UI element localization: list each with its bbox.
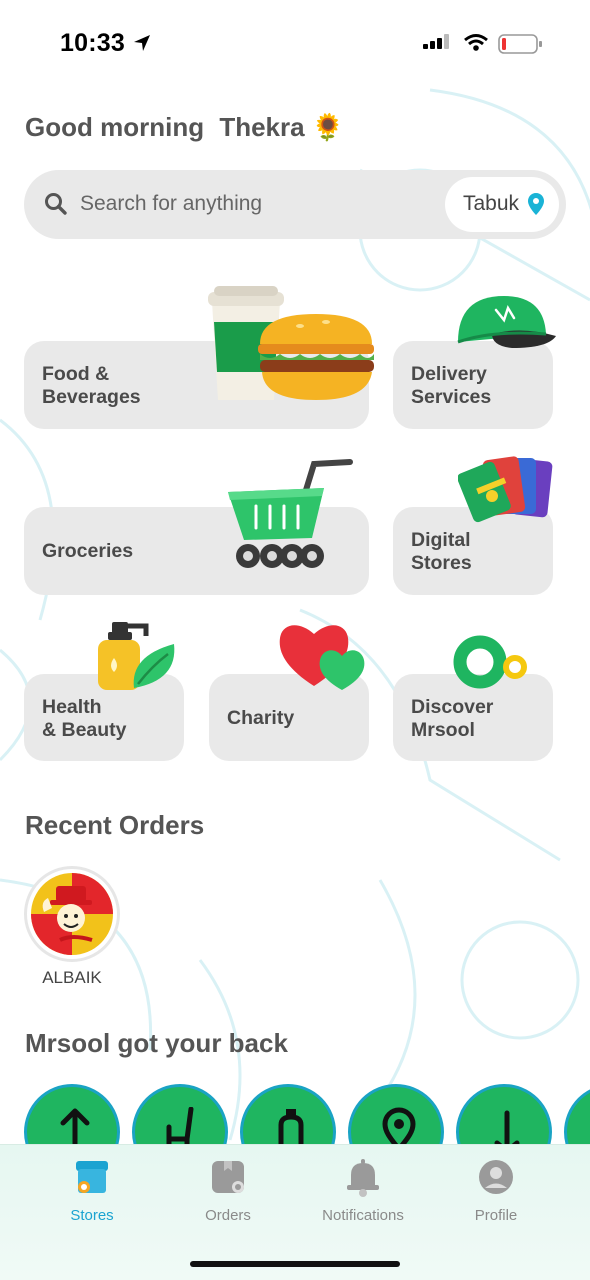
recent-order-albaik[interactable]: ALBAIK — [24, 866, 120, 988]
soap-bottle-icon — [98, 622, 175, 690]
category-label: Discover Mrsool — [411, 696, 494, 741]
greeting: Good morning Thekra 🌻 — [25, 112, 344, 143]
store-icon — [76, 1161, 108, 1193]
status-bar: 10:33 — [0, 0, 590, 88]
status-time: 10:33 — [60, 29, 125, 57]
help-item[interactable] — [456, 1084, 552, 1144]
category-label: Digital Stores — [411, 529, 472, 574]
burger-coffee-icon — [208, 286, 374, 400]
tab-label: Notifications — [322, 1207, 404, 1224]
help-item[interactable] — [132, 1084, 228, 1144]
recent-orders-title: Recent Orders — [25, 810, 205, 840]
arrow-down-icon — [494, 1110, 520, 1144]
help-item[interactable] — [348, 1084, 444, 1144]
category-label: Health & Beauty — [42, 696, 127, 741]
location-arrow-icon — [134, 35, 150, 51]
restaurant-name: ALBAIK — [42, 968, 102, 987]
orders-icon — [212, 1161, 244, 1193]
home-indicator — [190, 1261, 400, 1267]
wifi-icon — [464, 34, 488, 51]
category-label: Groceries — [42, 540, 134, 562]
category-label: Food & Beverages — [42, 363, 141, 408]
arrow-up-icon — [60, 1108, 90, 1144]
profile-icon — [479, 1160, 513, 1194]
albaik-logo-image — [31, 873, 113, 955]
cart-icon — [228, 459, 353, 568]
help-section-title: Mrsool got your back — [25, 1028, 288, 1058]
tab-stores[interactable]: Stores — [32, 1157, 152, 1224]
greeting-text: Good morning — [25, 112, 205, 142]
tab-label: Stores — [70, 1207, 114, 1224]
hearts-icon — [279, 625, 365, 690]
gift-cards-icon — [458, 456, 553, 523]
city-selector[interactable]: Tabuk — [445, 177, 559, 232]
tab-bar: Stores Orders Notifications Profile — [0, 1144, 590, 1280]
category-delivery-services[interactable]: Delivery Services — [393, 341, 553, 429]
tab-notifications[interactable]: Notifications — [303, 1157, 423, 1224]
search-icon — [45, 193, 67, 215]
search-bar[interactable]: Search for anything Tabuk — [24, 170, 566, 239]
cap-icon — [457, 296, 556, 348]
battery-icon — [498, 34, 542, 54]
help-item[interactable] — [24, 1084, 120, 1144]
tab-label: Profile — [474, 1207, 518, 1224]
city-label: Tabuk — [463, 192, 520, 215]
tab-label: Orders — [205, 1207, 251, 1224]
tab-orders[interactable]: Orders — [168, 1157, 288, 1224]
category-label: Charity — [227, 707, 295, 729]
bottle-icon — [278, 1109, 304, 1144]
help-item[interactable] — [240, 1084, 336, 1144]
bell-icon — [347, 1159, 379, 1197]
search-input[interactable]: Search for anything — [80, 192, 262, 216]
sunflower-emoji: 🌻 — [311, 112, 345, 142]
albaik-logo — [24, 866, 120, 962]
chair-icon — [166, 1107, 194, 1144]
category-label: Delivery Services — [411, 363, 492, 408]
location-pin-icon — [528, 193, 544, 215]
help-item[interactable] — [564, 1084, 590, 1144]
cellular-signal-icon — [423, 34, 449, 49]
user-name: Thekra — [219, 112, 305, 142]
mrsool-logo-icon — [453, 635, 527, 689]
tab-profile[interactable]: Profile — [436, 1157, 556, 1224]
location-pin-icon — [382, 1107, 416, 1144]
help-carousel[interactable] — [0, 1082, 590, 1144]
